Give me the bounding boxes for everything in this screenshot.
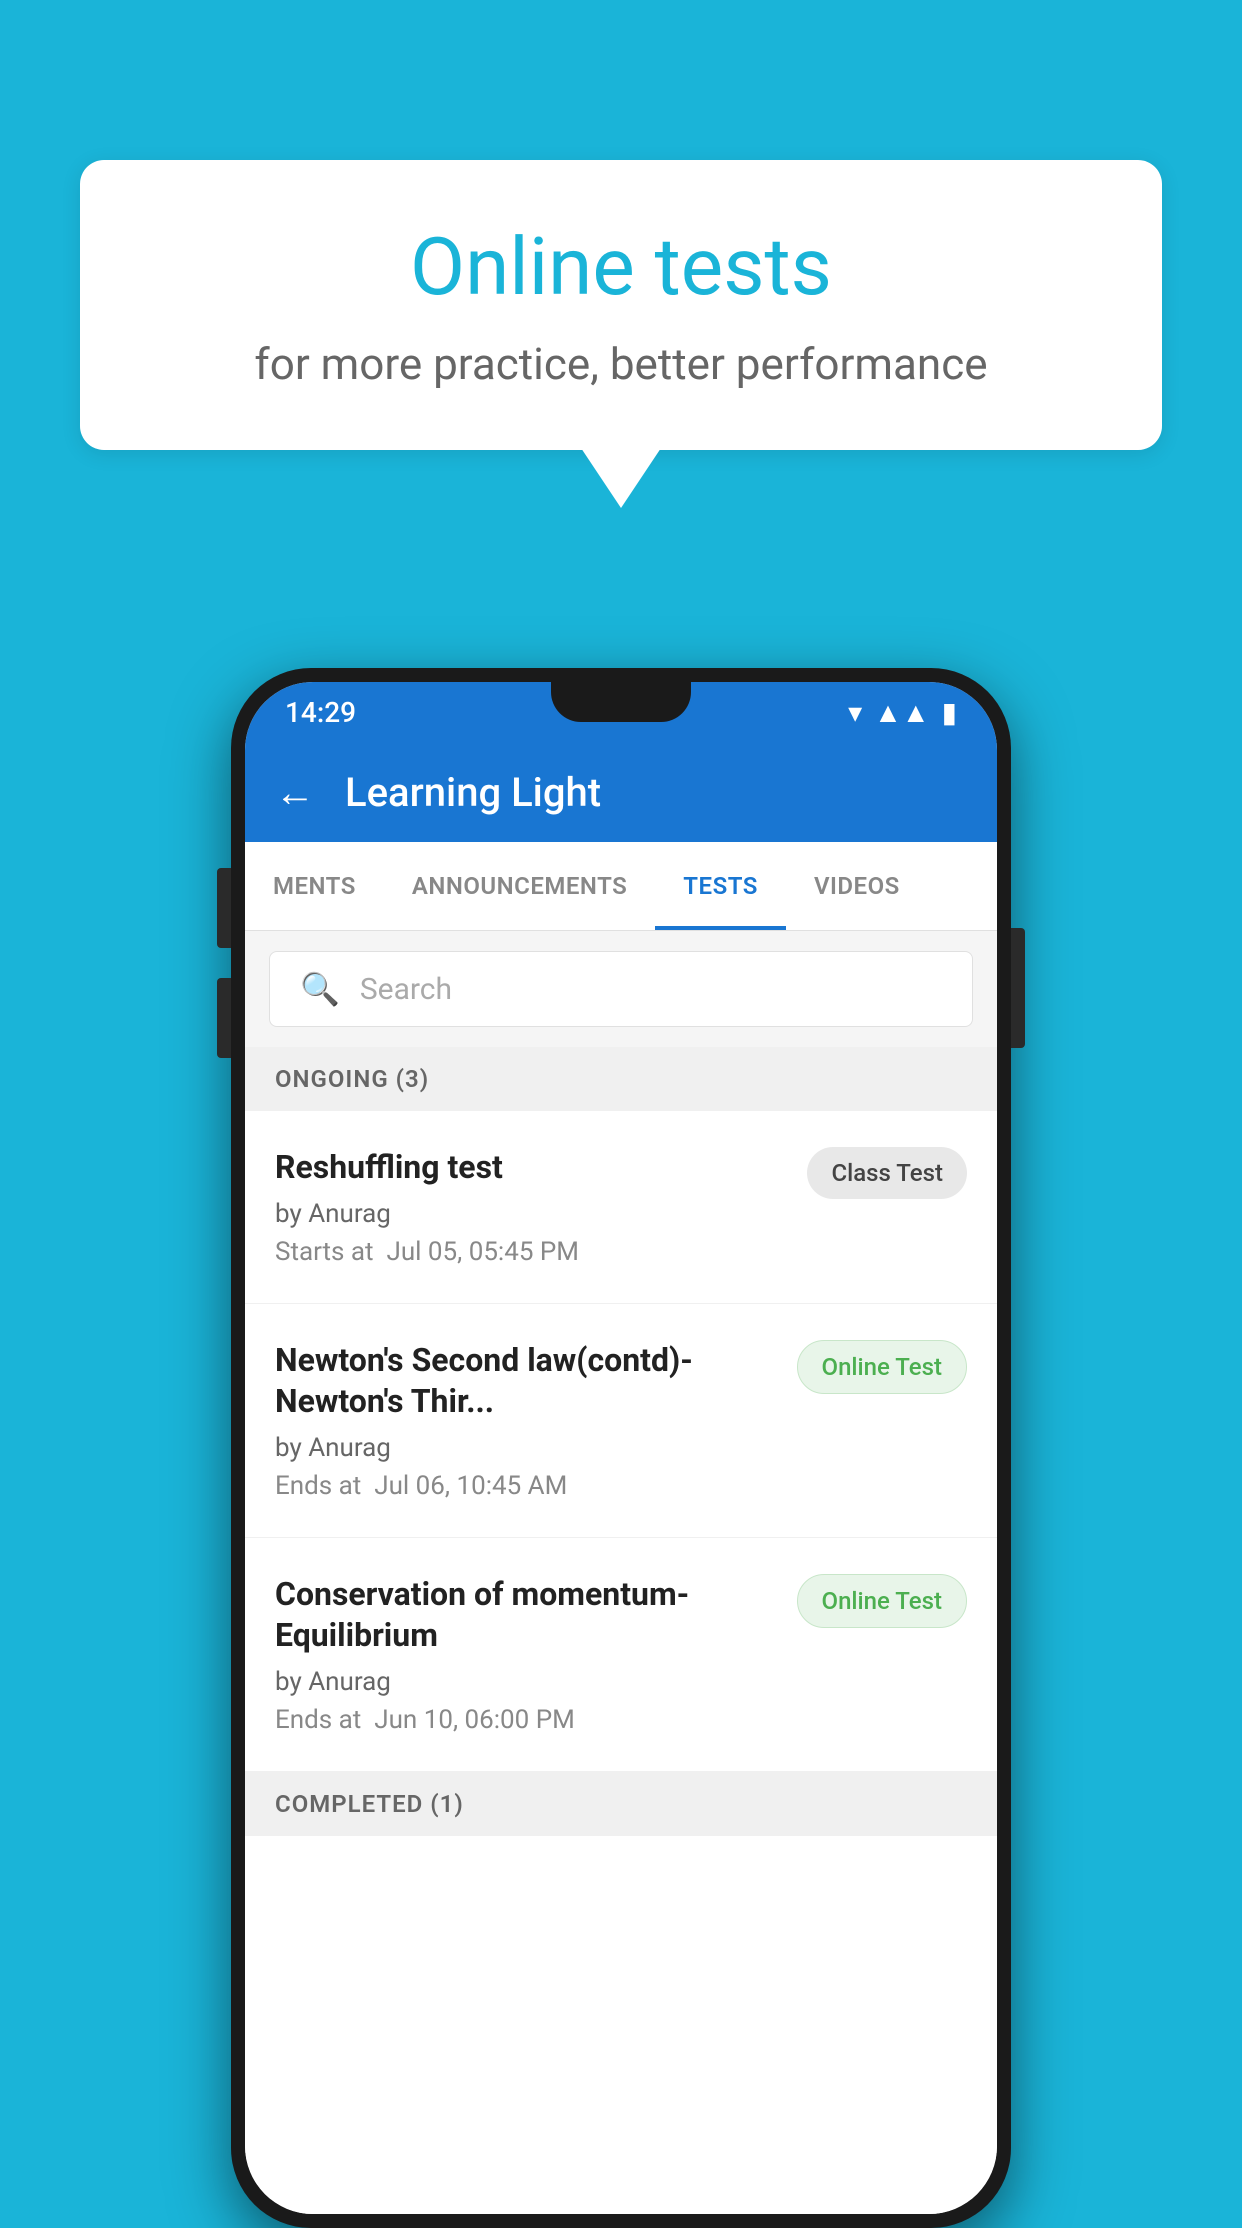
test-author-3: by Anurag [275, 1667, 777, 1697]
camera-notch [551, 682, 691, 722]
signal-icon: ▲▲ [874, 696, 929, 729]
tab-videos[interactable]: VIDEOS [786, 842, 928, 930]
badge-online-test-2: Online Test [797, 1340, 967, 1394]
speech-bubble-title: Online tests [160, 220, 1082, 314]
speech-bubble: Online tests for more practice, better p… [80, 160, 1162, 450]
power-button [1011, 928, 1025, 1048]
test-info-3: Conservation of momentum-Equilibrium by … [275, 1574, 797, 1735]
test-list: Reshuffling test by Anurag Starts at Jul… [245, 1111, 997, 2214]
phone-screen: 14:29 ▾ ▲▲ ▮ ← Learning Light MENTS ANNO… [245, 682, 997, 2214]
ongoing-section-header: ONGOING (3) [245, 1047, 997, 1111]
tab-ments[interactable]: MENTS [245, 842, 384, 930]
speech-bubble-tail [581, 448, 661, 508]
test-info-2: Newton's Second law(contd)-Newton's Thir… [275, 1340, 797, 1501]
test-title-3: Conservation of momentum-Equilibrium [275, 1574, 777, 1657]
search-icon: 🔍 [300, 970, 340, 1008]
app-bar-title: Learning Light [345, 769, 601, 816]
test-info-1: Reshuffling test by Anurag Starts at Jul… [275, 1147, 807, 1267]
completed-section-header: COMPLETED (1) [245, 1772, 997, 1836]
badge-class-test-1: Class Test [807, 1147, 967, 1199]
battery-icon: ▮ [942, 696, 957, 729]
tab-announcements[interactable]: ANNOUNCEMENTS [384, 842, 655, 930]
speech-bubble-subtitle: for more practice, better performance [160, 338, 1082, 390]
test-date-1: Starts at Jul 05, 05:45 PM [275, 1237, 787, 1267]
badge-online-test-3: Online Test [797, 1574, 967, 1628]
test-title-2: Newton's Second law(contd)-Newton's Thir… [275, 1340, 777, 1423]
test-author-1: by Anurag [275, 1199, 787, 1229]
tab-tests[interactable]: TESTS [655, 842, 786, 930]
status-time: 14:29 [285, 696, 356, 729]
wifi-icon: ▾ [848, 696, 862, 729]
status-icons: ▾ ▲▲ ▮ [848, 696, 957, 729]
test-title-1: Reshuffling test [275, 1147, 787, 1189]
speech-bubble-container: Online tests for more practice, better p… [80, 160, 1162, 508]
search-container: 🔍 Search [245, 931, 997, 1047]
test-date-3: Ends at Jun 10, 06:00 PM [275, 1705, 777, 1735]
volume-down-button [217, 978, 231, 1058]
app-bar: ← Learning Light [245, 742, 997, 842]
tabs-container: MENTS ANNOUNCEMENTS TESTS VIDEOS [245, 842, 997, 931]
test-item-1[interactable]: Reshuffling test by Anurag Starts at Jul… [245, 1111, 997, 1304]
back-button[interactable]: ← [275, 769, 315, 816]
search-bar[interactable]: 🔍 Search [269, 951, 973, 1027]
test-author-2: by Anurag [275, 1433, 777, 1463]
search-input[interactable]: Search [360, 972, 452, 1007]
phone-frame: 14:29 ▾ ▲▲ ▮ ← Learning Light MENTS ANNO… [231, 668, 1011, 2228]
volume-up-button [217, 868, 231, 948]
test-item-3[interactable]: Conservation of momentum-Equilibrium by … [245, 1538, 997, 1772]
test-date-2: Ends at Jul 06, 10:45 AM [275, 1471, 777, 1501]
test-item-2[interactable]: Newton's Second law(contd)-Newton's Thir… [245, 1304, 997, 1538]
